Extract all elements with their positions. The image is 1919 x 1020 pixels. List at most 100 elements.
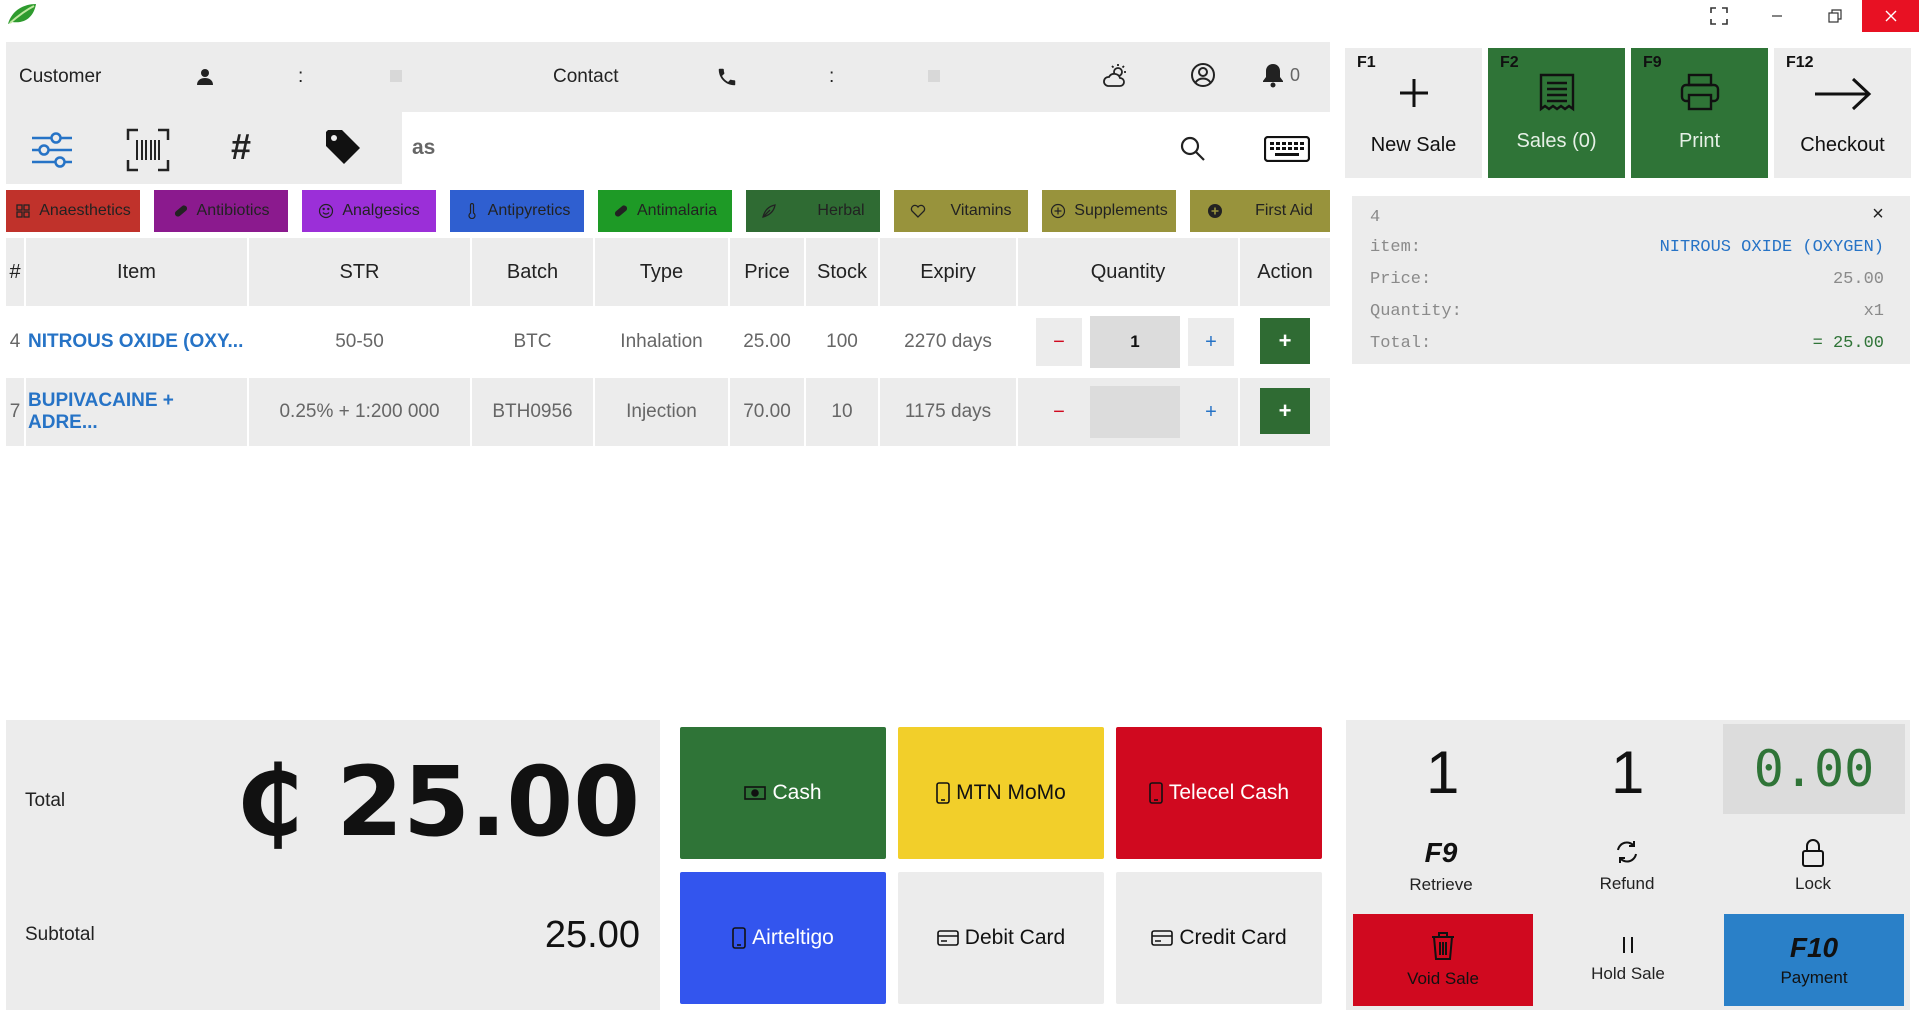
- refund-label: Refund: [1599, 874, 1655, 893]
- detail-item-label: item:: [1370, 238, 1422, 257]
- hold-sale-button[interactable]: Hold Sale: [1536, 914, 1720, 1006]
- search-icon[interactable]: [1180, 136, 1206, 162]
- checkout-button[interactable]: F12 Checkout: [1774, 48, 1911, 178]
- cash-icon: [744, 786, 767, 800]
- category-label: Supplements: [1074, 202, 1168, 219]
- totals-panel: Total ₵ 25.00 Subtotal 25.00: [6, 720, 660, 1010]
- customer-header: Customer : Contact : 0: [6, 42, 1330, 112]
- customer-name-field[interactable]: [390, 70, 402, 82]
- quantity-increase-button[interactable]: +: [1188, 388, 1234, 436]
- leaf-logo-icon: [6, 2, 38, 26]
- row-item-name[interactable]: BUPIVACAINE + ADRE...: [26, 378, 249, 446]
- restore-icon[interactable]: [1806, 0, 1864, 32]
- user-account-icon[interactable]: [1190, 62, 1216, 88]
- close-icon[interactable]: [1862, 0, 1919, 32]
- pause-icon: [1623, 937, 1633, 953]
- mobile-phone-icon: [732, 927, 746, 949]
- plus-circle-icon: [1050, 203, 1066, 219]
- col-header-quantity: Quantity: [1018, 238, 1240, 306]
- new-sale-button[interactable]: F1 New Sale: [1345, 48, 1482, 178]
- lock-button[interactable]: Lock: [1718, 824, 1908, 908]
- row-stock: 100: [806, 308, 880, 376]
- category-label: Herbal: [817, 202, 865, 219]
- pay-cash-button[interactable]: Cash: [680, 727, 886, 859]
- pay-telecel-cash-button[interactable]: Telecel Cash: [1116, 727, 1322, 859]
- category-supplements[interactable]: Supplements: [1042, 190, 1176, 232]
- category-label: First Aid: [1255, 202, 1313, 219]
- retrieve-button[interactable]: F9 Retrieve: [1346, 824, 1536, 908]
- thermometer-icon: [464, 203, 480, 219]
- category-antimalaria[interactable]: Antimalaria: [598, 190, 732, 232]
- col-header-str: STR: [249, 238, 472, 306]
- add-to-cart-button[interactable]: +: [1260, 318, 1310, 364]
- checkout-label: Checkout: [1800, 134, 1885, 156]
- quantity-increase-button[interactable]: +: [1188, 318, 1234, 366]
- detail-item-value: NITROUS OXIDE (OXYGEN): [1659, 238, 1884, 257]
- first-aid-icon: [1207, 203, 1223, 219]
- quantity-input[interactable]: [1090, 386, 1180, 438]
- price-tag-icon[interactable]: [324, 128, 362, 166]
- category-analgesics[interactable]: Analgesics: [302, 190, 436, 232]
- arrow-right-icon: [1774, 76, 1911, 112]
- category-anaesthetics[interactable]: Anaesthetics: [6, 190, 140, 232]
- refund-button[interactable]: Refund: [1532, 824, 1722, 908]
- pay-airteltigo-button[interactable]: Airteltigo: [680, 872, 886, 1004]
- quantity-decrease-button[interactable]: −: [1036, 388, 1082, 436]
- category-antipyretics[interactable]: Antipyretics: [450, 190, 584, 232]
- row-strength: 0.25% + 1:200 000: [249, 378, 472, 446]
- contact-field[interactable]: [928, 70, 940, 82]
- keyboard-icon[interactable]: [1264, 136, 1310, 162]
- search-input[interactable]: [412, 130, 1112, 166]
- table-header: # Item STR Batch Type Price Stock Expiry…: [6, 238, 1330, 306]
- category-herbal[interactable]: Herbal: [746, 190, 880, 232]
- card-icon: [1151, 930, 1174, 946]
- pay-debit-card-button[interactable]: Debit Card: [898, 872, 1104, 1004]
- new-sale-label: New Sale: [1370, 134, 1457, 156]
- detail-close-button[interactable]: ×: [1872, 204, 1884, 227]
- selected-item-detail: 4 × item: NITROUS OXIDE (OXYGEN) Price: …: [1352, 196, 1910, 364]
- pay-credit-card-button[interactable]: Credit Card: [1116, 872, 1322, 1004]
- subtotal-amount: 25.00: [544, 914, 640, 956]
- row-type: Inhalation: [595, 308, 730, 376]
- mobile-phone-icon: [1149, 782, 1163, 804]
- category-first-aid[interactable]: First Aid: [1190, 190, 1330, 232]
- filter-sliders-icon[interactable]: [30, 130, 74, 170]
- printer-icon: [1631, 72, 1768, 112]
- pay-mtn-momo-button[interactable]: MTN MoMo: [898, 727, 1104, 859]
- category-label: Anaesthetics: [39, 202, 131, 219]
- void-sale-label: Void Sale: [1407, 969, 1479, 988]
- search-toolbar: #: [6, 112, 1330, 184]
- col-header-action: Action: [1257, 260, 1313, 283]
- table-row[interactable]: 7 BUPIVACAINE + ADRE... 0.25% + 1:200 00…: [6, 378, 1330, 446]
- payment-button[interactable]: F10 Payment: [1724, 914, 1904, 1006]
- person-icon[interactable]: [196, 68, 214, 86]
- row-item-name[interactable]: NITROUS OXIDE (OXY...: [26, 308, 249, 376]
- print-label: Print: [1678, 130, 1721, 152]
- search-box: [402, 112, 1330, 184]
- hash-icon[interactable]: #: [231, 126, 251, 168]
- mobile-phone-icon: [936, 782, 950, 804]
- hold-sale-label: Hold Sale: [1591, 964, 1665, 983]
- notification-bell[interactable]: 0: [1262, 62, 1300, 88]
- weather-icon[interactable]: [1102, 62, 1130, 90]
- void-sale-button[interactable]: Void Sale: [1353, 914, 1533, 1006]
- col-header-stock: Stock: [806, 238, 880, 306]
- table-row[interactable]: 4 NITROUS OXIDE (OXY... 50-50 BTC Inhala…: [6, 308, 1330, 376]
- mtn-momo-label: MTN MoMo: [956, 781, 1066, 804]
- sales-list-button[interactable]: F2 Sales (0): [1488, 48, 1625, 178]
- barcode-icon[interactable]: [126, 128, 170, 172]
- phone-icon[interactable]: [716, 66, 738, 88]
- category-antibiotics[interactable]: Antibiotics: [154, 190, 288, 232]
- col-header-expiry: Expiry: [880, 238, 1018, 306]
- print-button[interactable]: F9 Print: [1631, 48, 1768, 178]
- category-vitamins[interactable]: Vitamins: [894, 190, 1028, 232]
- contact-label: Contact: [553, 66, 619, 87]
- quantity-decrease-button[interactable]: −: [1036, 318, 1082, 366]
- fkey-label: F2: [1500, 54, 1519, 71]
- col-header-type: Type: [595, 238, 730, 306]
- add-to-cart-button[interactable]: +: [1260, 388, 1310, 434]
- smile-icon: [318, 203, 334, 219]
- minimize-icon[interactable]: [1748, 0, 1806, 32]
- quantity-input[interactable]: [1090, 316, 1180, 368]
- fullscreen-icon[interactable]: [1690, 0, 1748, 32]
